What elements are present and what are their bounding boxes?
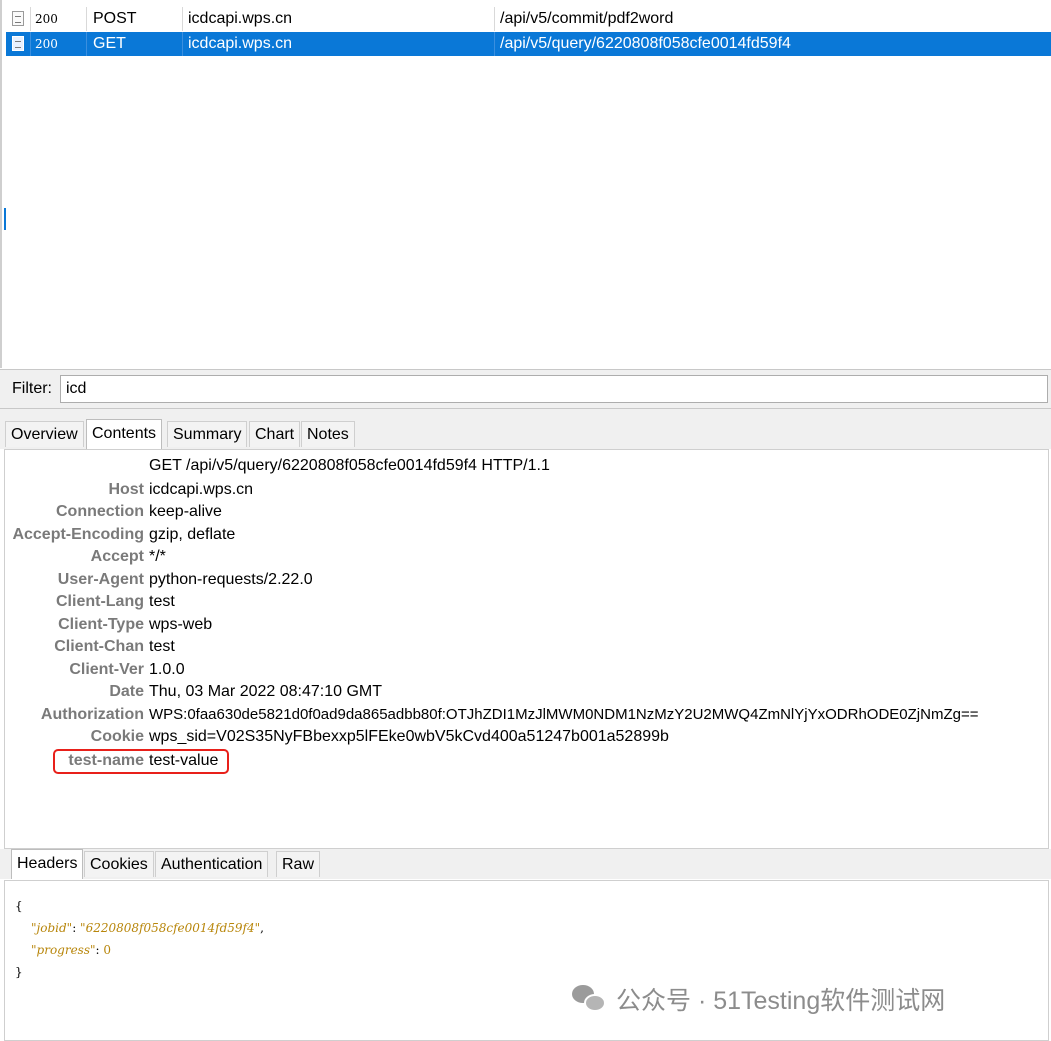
header-name: Client-Chan xyxy=(54,638,144,655)
header-row: Client-Ver 1.0.0 xyxy=(5,659,1045,681)
header-name: Date xyxy=(109,683,144,700)
header-value: */* xyxy=(149,548,166,565)
json-value: 0 xyxy=(103,943,112,957)
filter-input[interactable] xyxy=(60,375,1048,403)
header-row: Cookie wps_sid=V02S35NyFBbexxp5lFEke0wbV5… xyxy=(5,726,1045,748)
header-name: Cookie xyxy=(90,728,144,745)
json-line: "progress": 0 xyxy=(31,943,111,957)
url: /api/v5/commit/pdf2word xyxy=(494,7,1051,31)
header-name: Client-Lang xyxy=(56,593,144,610)
request-line: GET /api/v5/query/6220808f058cfe0014fd59… xyxy=(149,457,550,474)
header-name: Accept-Encoding xyxy=(12,526,144,543)
header-name: Authorization xyxy=(40,706,144,723)
watermark-text: 公众号 · 51Testing软件测试网 xyxy=(616,987,946,1015)
header-name: Host xyxy=(108,481,144,498)
header-value: test xyxy=(149,593,175,610)
header-row: Client-Type wps-web xyxy=(5,614,1045,636)
header-name: Connection xyxy=(56,503,144,520)
header-name: Client-Ver xyxy=(69,661,144,678)
header-value: test xyxy=(149,638,175,655)
header-value: 1.0.0 xyxy=(149,661,185,678)
status-code: 200 xyxy=(30,32,91,56)
header-row: Client-Chan test xyxy=(5,636,1045,658)
header-row: Connection keep-alive xyxy=(5,501,1045,523)
header-value: wps_sid=V02S35NyFBbexxp5lFEke0wbV5kCvd40… xyxy=(149,728,669,745)
method: GET xyxy=(86,32,189,56)
pane-splitter[interactable] xyxy=(0,409,1051,419)
request-icon xyxy=(8,32,28,56)
filter-label: Filter: xyxy=(12,380,52,397)
wechat-icon xyxy=(572,983,608,1015)
session-row[interactable]: 200 POST icdcapi.wps.cn /api/v5/commit/p… xyxy=(6,7,1051,31)
inspector-tabs: Overview Contents Summary Chart Notes xyxy=(0,419,1051,449)
json-close-brace: } xyxy=(15,965,23,979)
header-value: python-requests/2.22.0 xyxy=(149,571,313,588)
watermark: 公众号 · 51Testing软件测试网 xyxy=(572,982,945,1016)
header-value: Thu, 03 Mar 2022 08:47:10 GMT xyxy=(149,683,383,700)
status-code: 200 xyxy=(30,7,91,31)
header-row: Host icdcapi.wps.cn xyxy=(5,479,1045,501)
json-open-brace: { xyxy=(15,899,23,913)
host: icdcapi.wps.cn xyxy=(182,32,500,56)
json-value: "6220808f058cfe0014fd59f4" xyxy=(80,921,261,935)
header-row: Date Thu, 03 Mar 2022 08:47:10 GMT xyxy=(5,681,1045,703)
tab-cookies[interactable]: Cookies xyxy=(84,851,154,877)
tab-chart[interactable]: Chart xyxy=(249,421,301,447)
request-icon xyxy=(8,7,28,31)
session-row-selected[interactable]: 200 GET icdcapi.wps.cn /api/v5/query/622… xyxy=(6,32,1051,56)
header-row: Accept-Encoding gzip, deflate xyxy=(5,524,1045,546)
tab-overview[interactable]: Overview xyxy=(5,421,84,447)
header-value: WPS:0faa630de5821d0f0ad9da865adbb80f:OTJ… xyxy=(149,706,979,723)
json-line: "jobid": "6220808f058cfe0014fd59f4", xyxy=(31,921,264,935)
header-name: Accept xyxy=(90,548,144,565)
header-row: Client-Lang test xyxy=(5,591,1045,613)
header-name: User-Agent xyxy=(57,571,144,588)
header-row: Accept */* xyxy=(5,546,1045,568)
header-row: Authorization WPS:0faa630de5821d0f0ad9da8… xyxy=(5,704,1045,726)
filter-bar: Filter: xyxy=(0,369,1051,409)
method: POST xyxy=(86,7,189,31)
json-separator: : xyxy=(72,921,81,935)
tab-summary[interactable]: Summary xyxy=(167,421,248,447)
partial-row-above xyxy=(2,0,1051,4)
tab-notes[interactable]: Notes xyxy=(301,421,355,447)
json-key: "progress" xyxy=(31,943,96,957)
request-headers-panel: GET /api/v5/query/6220808f058cfe0014fd59… xyxy=(4,449,1049,849)
json-key: "jobid" xyxy=(31,921,73,935)
session-list[interactable]: 200 POST icdcapi.wps.cn /api/v5/commit/p… xyxy=(0,0,1051,368)
header-value: keep-alive xyxy=(149,503,222,520)
header-value: gzip, deflate xyxy=(149,526,236,543)
tab-authentication[interactable]: Authentication xyxy=(155,851,269,877)
text-caret xyxy=(4,208,6,230)
tab-headers[interactable]: Headers xyxy=(11,849,84,879)
header-name: Client-Type xyxy=(58,616,144,633)
json-comma: , xyxy=(260,921,264,935)
response-tabs: Headers Cookies Authentication Raw xyxy=(0,849,1051,879)
header-row: User-Agent python-requests/2.22.0 xyxy=(5,569,1045,591)
tab-contents[interactable]: Contents xyxy=(86,419,163,449)
header-value: icdcapi.wps.cn xyxy=(149,481,254,498)
highlight-box xyxy=(53,749,229,774)
url: /api/v5/query/6220808f058cfe0014fd59f4 xyxy=(494,32,1051,56)
tab-raw[interactable]: Raw xyxy=(276,851,321,877)
header-value: wps-web xyxy=(149,616,213,633)
host: icdcapi.wps.cn xyxy=(182,7,500,31)
